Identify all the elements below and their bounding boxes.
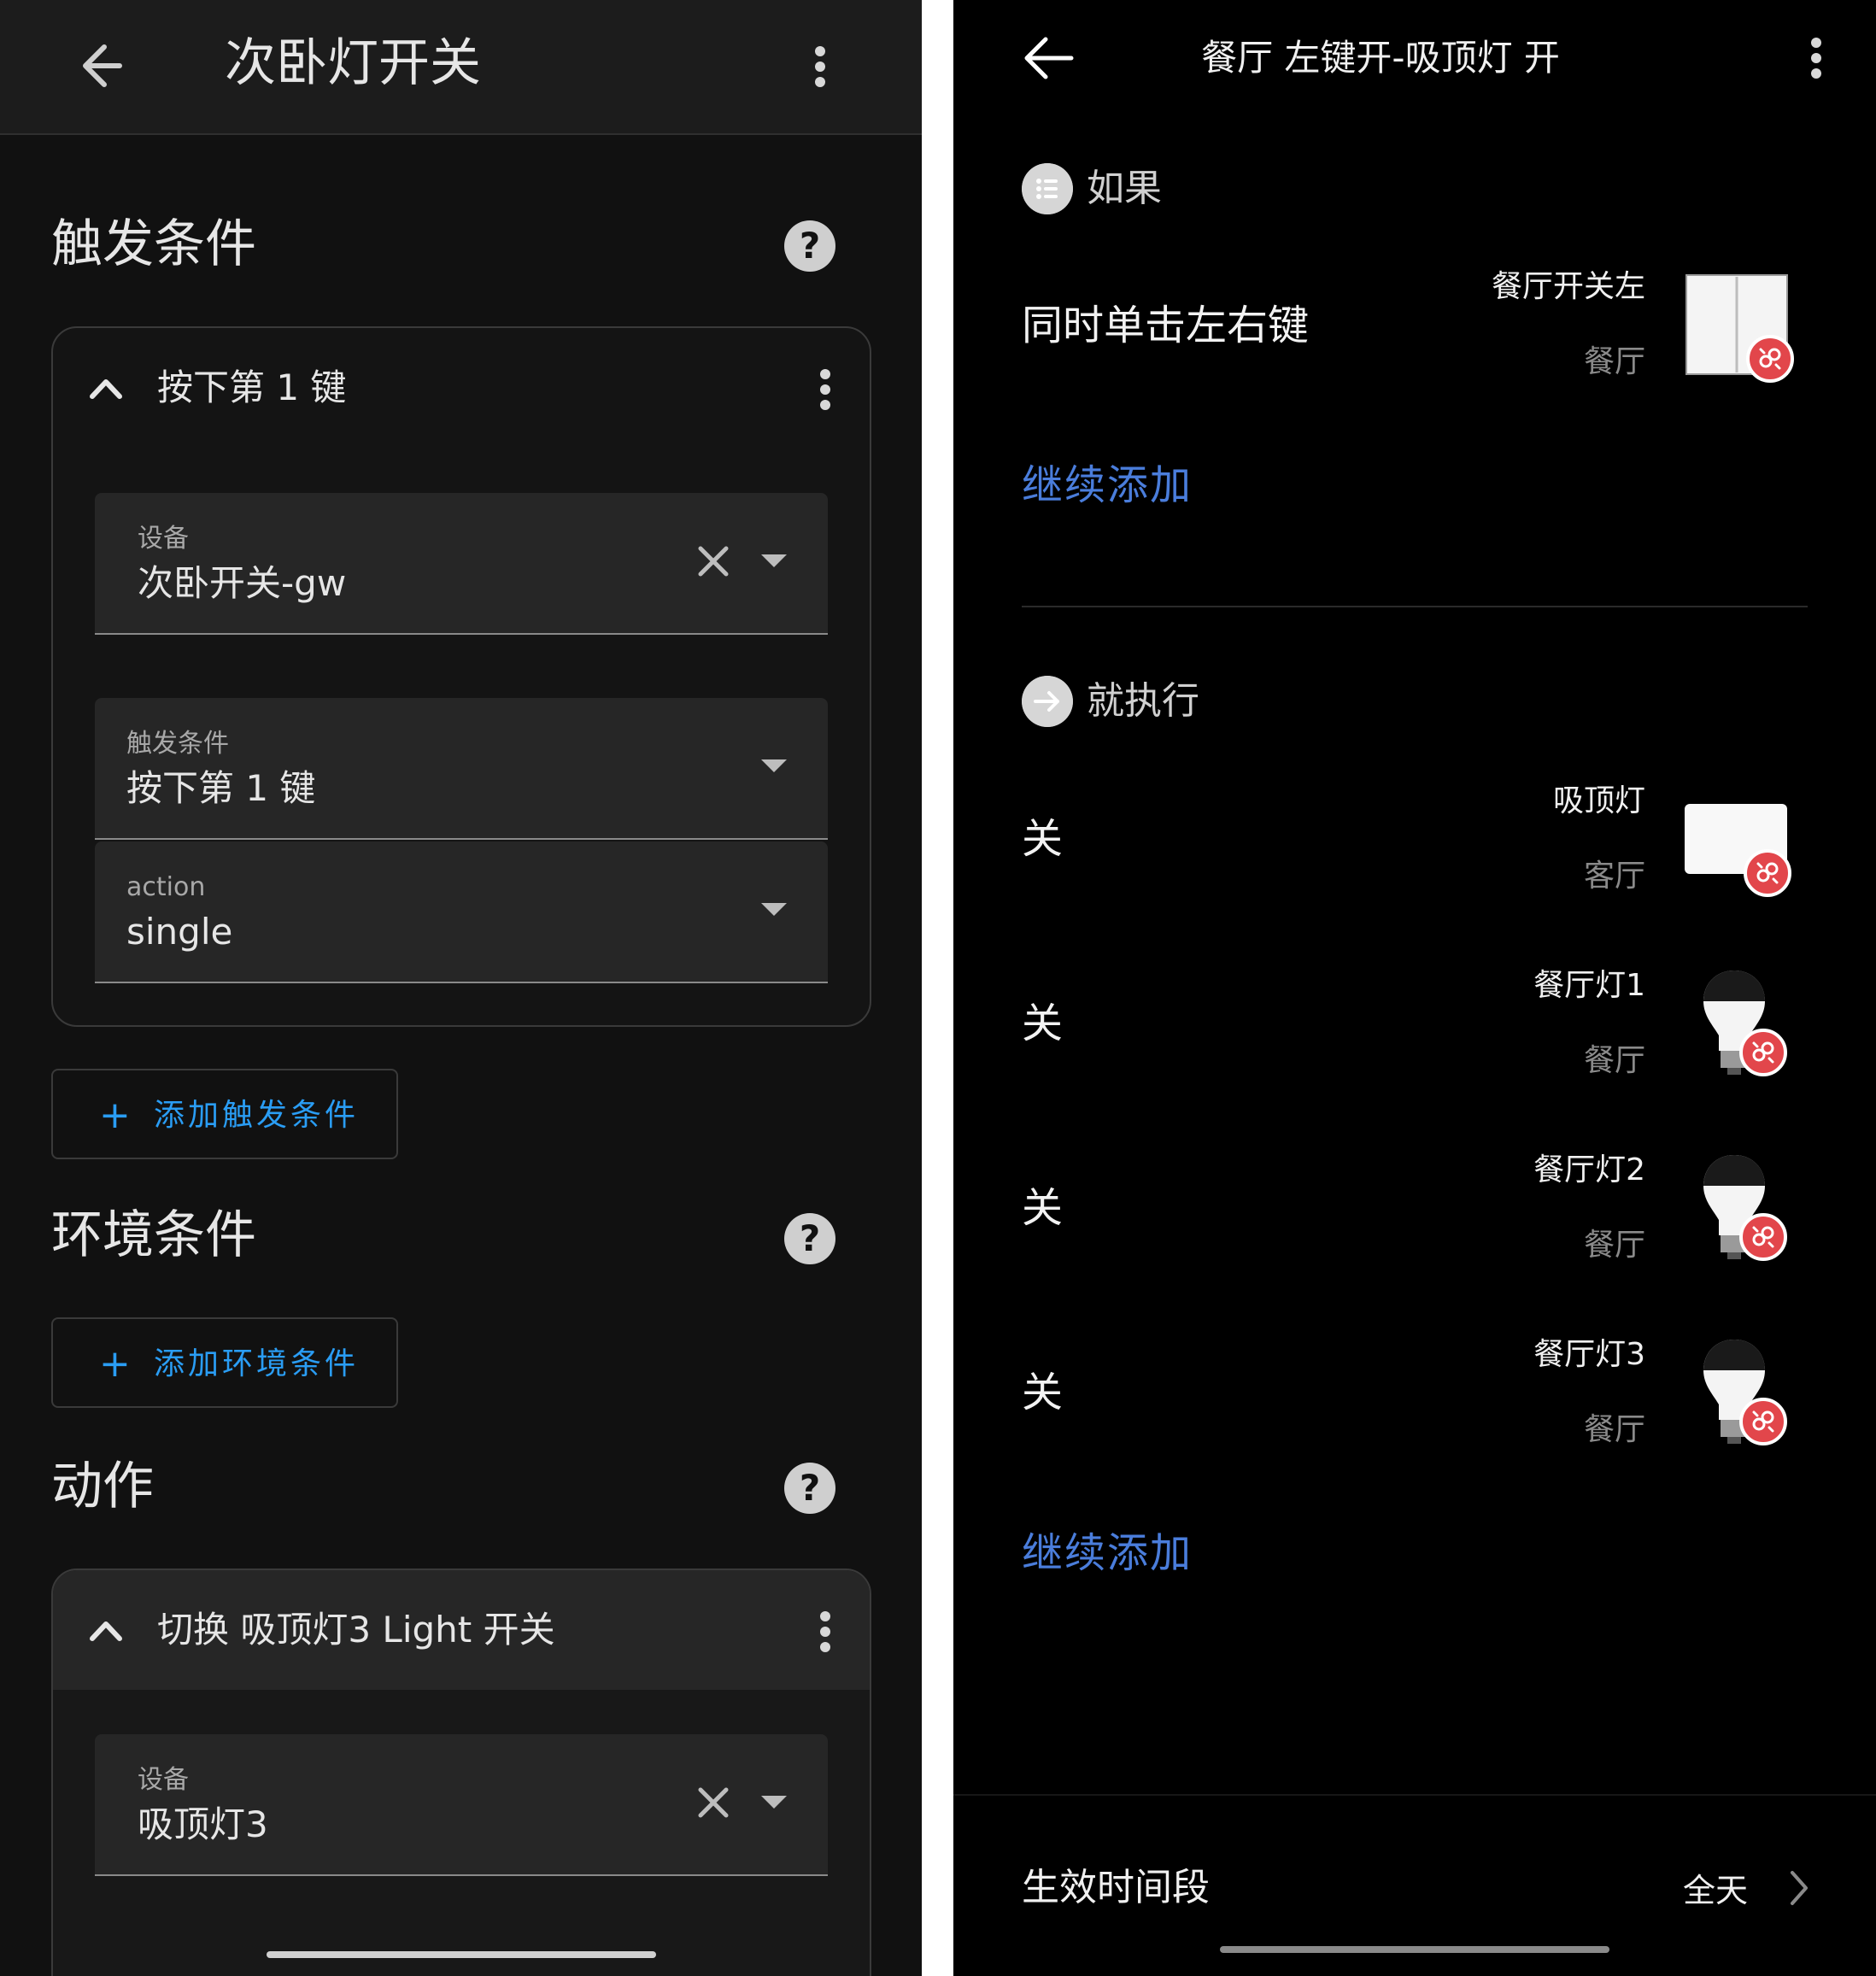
mi-home-panel: 餐厅 左键开-吸顶灯 开 如果 同时单击左右键 餐厅开关左 餐厅 继续添加 就执…	[953, 0, 1876, 1976]
chevron-up-icon[interactable]	[87, 1613, 125, 1647]
trigger-label: 触发条件	[126, 729, 229, 759]
then-label: 就执行	[1087, 679, 1199, 723]
unlinked-badge-icon	[1744, 849, 1791, 897]
section-divider	[1022, 606, 1808, 607]
add-more-link[interactable]: 继续添加	[1022, 1526, 1193, 1580]
trigger-card-title: 按下第 1 键	[157, 366, 347, 408]
close-icon[interactable]	[696, 1785, 730, 1820]
section-title-conditions: 环境条件	[51, 1205, 256, 1265]
add-condition-button[interactable]: + 添加环境条件	[51, 1317, 398, 1408]
device-label: 设备	[138, 524, 189, 554]
back-arrow-icon[interactable]	[1022, 34, 1075, 82]
device-value: 次卧开关-gw	[138, 562, 347, 604]
close-icon[interactable]	[696, 544, 730, 578]
bulb-icon	[1702, 1338, 1787, 1449]
effective-time-label: 生效时间段	[1022, 1866, 1210, 1909]
bulb-icon	[1702, 969, 1787, 1080]
action-device-room: 客厅	[1583, 859, 1645, 894]
add-more-link[interactable]: 继续添加	[1022, 458, 1193, 513]
unlinked-badge-icon	[1746, 335, 1794, 383]
action-type-select[interactable]: action single	[95, 841, 828, 983]
if-condition-text[interactable]: 同时单击左右键	[1022, 298, 1309, 353]
action-device-name: 餐厅灯2	[1533, 1152, 1645, 1187]
action-state[interactable]: 关	[1022, 1181, 1063, 1235]
if-device-room: 餐厅	[1583, 344, 1645, 379]
unlinked-badge-icon	[1739, 1213, 1787, 1261]
section-title-triggers: 触发条件	[51, 214, 256, 274]
plus-icon: +	[99, 1342, 131, 1386]
action-card: 切换 吸顶灯3 Light 开关 设备 吸顶灯3	[51, 1568, 871, 1976]
section-title-actions: 动作	[51, 1457, 154, 1516]
help-icon[interactable]: ?	[784, 1213, 835, 1264]
action-state[interactable]: 关	[1022, 996, 1063, 1051]
device-label: 设备	[138, 1765, 189, 1795]
list-icon	[1022, 163, 1073, 214]
dropdown-icon[interactable]	[761, 759, 787, 772]
divider	[922, 0, 953, 1976]
dropdown-icon[interactable]	[761, 903, 787, 916]
plus-icon: +	[99, 1094, 131, 1137]
gesture-bar	[1220, 1946, 1609, 1953]
add-condition-label: 添加环境条件	[154, 1346, 360, 1381]
action-device-room: 餐厅	[1583, 1043, 1645, 1078]
ceiling-light-icon	[1684, 803, 1791, 897]
device-select[interactable]: 设备 吸顶灯3	[95, 1734, 828, 1876]
dropdown-icon[interactable]	[761, 554, 787, 567]
action-label: action	[126, 872, 206, 902]
action-value: single	[126, 911, 233, 953]
top-app-bar: 次卧灯开关	[0, 0, 922, 135]
add-trigger-label: 添加触发条件	[154, 1098, 360, 1133]
chevron-right-icon	[1791, 1871, 1808, 1905]
page-title: 餐厅 左键开-吸顶灯 开	[1201, 37, 1560, 79]
chevron-up-icon[interactable]	[87, 371, 125, 405]
action-device-name: 餐厅灯3	[1533, 1337, 1645, 1372]
back-arrow-icon[interactable]	[79, 36, 130, 96]
action-card-title: 切换 吸顶灯3 Light 开关	[157, 1609, 555, 1651]
arrow-right-circle-icon	[1022, 676, 1073, 727]
bulb-icon	[1702, 1153, 1787, 1264]
action-state[interactable]: 关	[1022, 1365, 1063, 1420]
trigger-card: 按下第 1 键 设备 次卧开关-gw 触发条件 按下第 1 键 action s…	[51, 326, 871, 1027]
effective-time-row[interactable]: 生效时间段 全天	[953, 1794, 1876, 1976]
action-device-name: 吸顶灯	[1552, 783, 1645, 818]
trigger-type-select[interactable]: 触发条件 按下第 1 键	[95, 698, 828, 840]
dropdown-icon[interactable]	[761, 1796, 787, 1809]
action-device-room: 餐厅	[1583, 1228, 1645, 1263]
more-vert-icon[interactable]	[808, 364, 842, 415]
help-icon[interactable]: ?	[784, 1463, 835, 1514]
action-state[interactable]: 关	[1022, 812, 1063, 866]
device-select[interactable]: 设备 次卧开关-gw	[95, 493, 828, 635]
action-device-room: 餐厅	[1583, 1412, 1645, 1447]
page-title: 次卧灯开关	[225, 33, 481, 93]
more-vert-icon[interactable]	[803, 41, 837, 92]
more-vert-icon[interactable]	[1799, 32, 1833, 84]
gesture-bar	[267, 1951, 656, 1958]
unlinked-badge-icon	[1739, 1398, 1787, 1445]
if-label: 如果	[1087, 167, 1162, 210]
effective-time-value: 全天	[1682, 1872, 1748, 1909]
action-device-name: 餐厅灯1	[1533, 968, 1645, 1003]
trigger-value: 按下第 1 键	[126, 767, 316, 809]
trigger-card-header[interactable]: 按下第 1 键	[53, 328, 870, 448]
if-device-name: 餐厅开关左	[1491, 269, 1645, 304]
help-icon[interactable]: ?	[784, 220, 835, 272]
home-assistant-panel: 次卧灯开关 触发条件 ? 按下第 1 键 设备 次卧开关-gw 触发条件 按下第…	[0, 0, 922, 1976]
action-card-header[interactable]: 切换 吸顶灯3 Light 开关	[53, 1570, 870, 1690]
add-trigger-button[interactable]: + 添加触发条件	[51, 1069, 398, 1159]
switch-device-icon	[1685, 273, 1794, 383]
unlinked-badge-icon	[1739, 1029, 1787, 1076]
more-vert-icon[interactable]	[808, 1606, 842, 1657]
device-value: 吸顶灯3	[138, 1803, 268, 1845]
